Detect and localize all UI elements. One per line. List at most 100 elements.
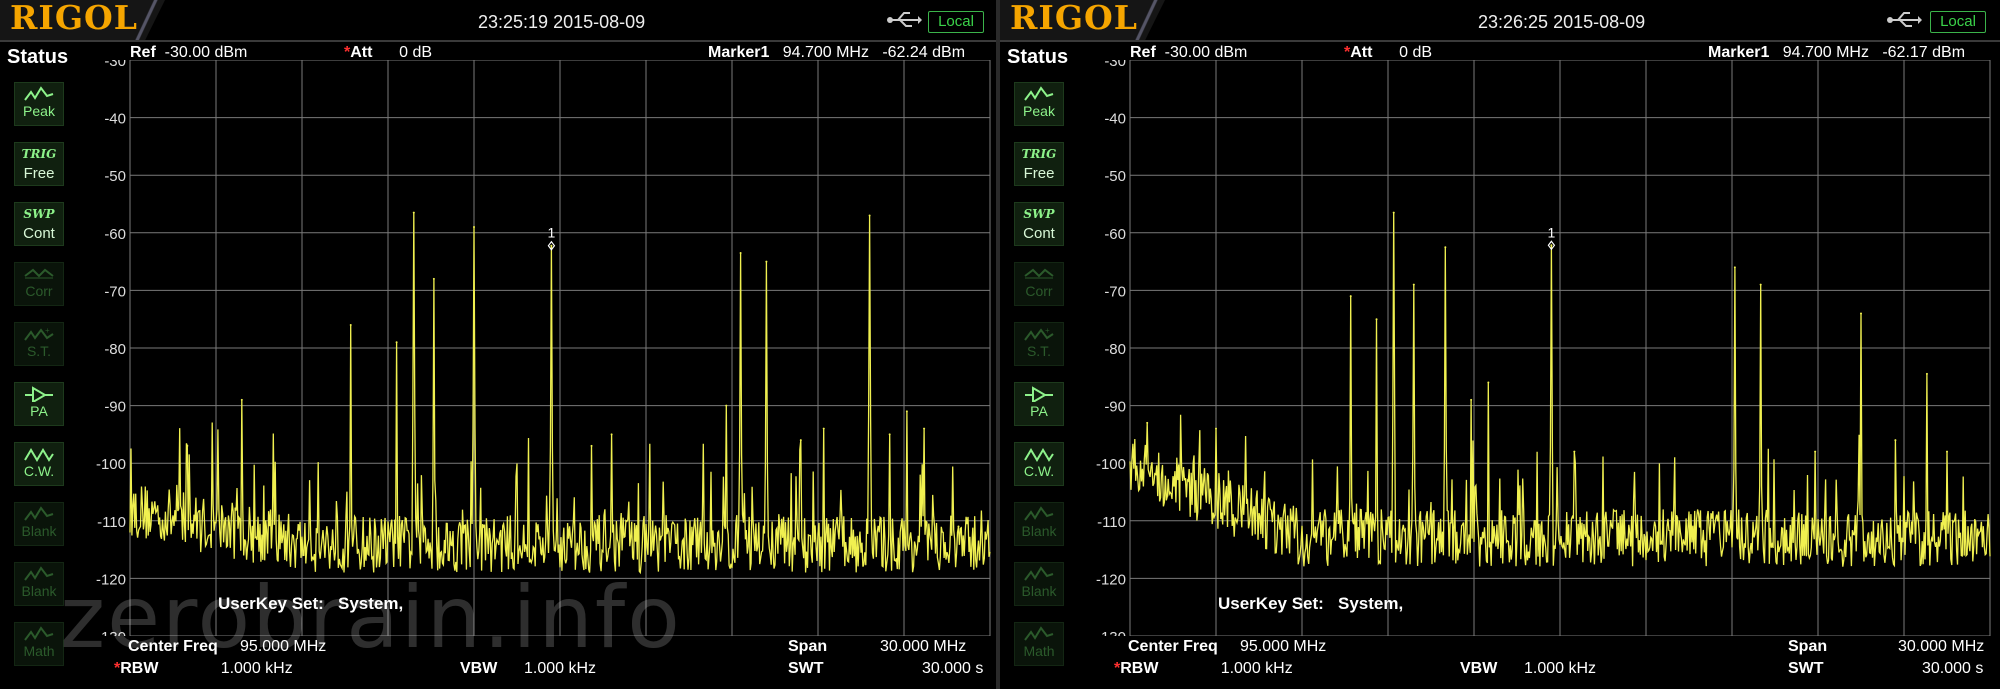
peak-point	[1946, 450, 1948, 453]
swt-readout[interactable]: SWT	[1788, 660, 1824, 678]
peak-point	[1894, 439, 1897, 442]
peak-point	[240, 398, 243, 401]
status-button-math[interactable]: Math	[1014, 622, 1064, 666]
status-button-pa[interactable]: PA	[1014, 382, 1064, 426]
status-button-blank[interactable]: Blank	[1014, 502, 1064, 546]
status-button-blank[interactable]: Blank	[1014, 562, 1064, 606]
status-button-st[interactable]: + S.T.	[14, 322, 64, 366]
corr-icon	[24, 268, 54, 279]
y-tick-label: -40	[1104, 111, 1126, 128]
math-icon	[1024, 626, 1054, 641]
peak-point	[1412, 283, 1415, 286]
peak-point	[905, 410, 908, 413]
peak-point	[725, 404, 728, 407]
peak-point	[1759, 283, 1762, 286]
status-button-pa[interactable]: PA	[14, 382, 64, 426]
span-readout[interactable]: Span	[1788, 638, 1827, 656]
status-button-blank[interactable]: Blank	[14, 502, 64, 546]
spectrum-chart[interactable]: -30-40-50-60-70-80-90-100-110-120-1301	[1072, 53, 1992, 646]
peak-point	[1733, 266, 1736, 269]
span-readout[interactable]: Span	[788, 638, 827, 656]
status-button-label: Math	[23, 643, 55, 659]
peak-point	[186, 444, 189, 447]
swt-readout[interactable]: SWT	[788, 660, 824, 678]
peak-point	[590, 444, 593, 447]
peak-point	[868, 214, 871, 217]
y-tick-label: -100	[96, 456, 126, 473]
peak-point	[1375, 318, 1378, 321]
status-button-peak[interactable]: Peak	[1014, 82, 1064, 126]
spectrum-plot[interactable]: -30-40-50-60-70-80-90-100-110-120-1301	[1072, 53, 1992, 646]
status-button-peak[interactable]: Peak	[14, 82, 64, 126]
logo-stripe	[1130, 0, 1170, 40]
cw-icon	[1024, 448, 1054, 462]
y-tick-label: -80	[104, 341, 126, 358]
y-tick-label: -40	[104, 111, 126, 128]
status-title: Status	[7, 46, 69, 68]
y-tick-label: -110	[1097, 514, 1126, 531]
local-badge[interactable]: Local	[928, 11, 984, 33]
status-button-label: Math	[1023, 643, 1055, 659]
peak-point	[1470, 398, 1473, 401]
y-tick-label: -50	[104, 168, 126, 185]
status-button-label: Cont	[23, 225, 55, 242]
spectrum-plot[interactable]: -30-40-50-60-70-80-90-100-110-120-1301	[72, 53, 992, 646]
status-button-label: C.W.	[1023, 463, 1055, 479]
status-button-cw[interactable]: C.W.	[1014, 442, 1064, 486]
status-button-caption: SWP	[23, 207, 55, 221]
blank-icon	[24, 506, 54, 521]
swt-value: 30.000 s	[1922, 660, 1984, 677]
vbw-readout[interactable]: VBW 1.000 kHz	[1460, 660, 1596, 678]
y-tick-label: -90	[1104, 399, 1126, 416]
status-button-st[interactable]: + S.T.	[1014, 322, 1064, 366]
pa-icon	[25, 386, 53, 402]
status-button-label: Blank	[1021, 523, 1057, 539]
y-tick-label: -70	[1104, 283, 1126, 300]
peak-point	[610, 433, 613, 436]
status-button-cont[interactable]: SWP Cont	[14, 202, 64, 246]
status-button-free[interactable]: TRIG Free	[14, 142, 64, 186]
peak-point	[550, 244, 553, 247]
status-button-label: Corr	[1025, 283, 1053, 299]
status-button-label: Peak	[23, 103, 55, 119]
status-button-caption: SWP	[1023, 207, 1055, 221]
peak-icon	[24, 86, 54, 101]
status-button-label: PA	[30, 403, 48, 419]
status-button-label: Cont	[1023, 225, 1055, 242]
status-button-label: Blank	[21, 583, 57, 599]
peak-point	[799, 439, 802, 442]
rbw-readout[interactable]: *RBW 1.000 kHz	[1114, 660, 1293, 678]
status-button-cont[interactable]: SWP Cont	[1014, 202, 1064, 246]
status-button-label: S.T.	[1026, 343, 1052, 359]
datetime: 23:26:25 2015-08-09	[1478, 12, 1646, 32]
status-button-label: Free	[23, 165, 55, 182]
status-button-blank[interactable]: Blank	[14, 562, 64, 606]
center-freq-readout[interactable]: Center Freq 95.000 MHz	[1128, 638, 1326, 656]
status-button-cw[interactable]: C.W.	[14, 442, 64, 486]
status-button-label: C.W.	[23, 463, 55, 479]
peak-icon	[1024, 86, 1054, 101]
status-button-label: Free	[1023, 165, 1055, 182]
peak-point	[1392, 211, 1395, 214]
spectrum-chart[interactable]: -30-40-50-60-70-80-90-100-110-120-1301	[72, 53, 992, 646]
status-button-corr[interactable]: Corr	[14, 262, 64, 306]
math-icon	[24, 626, 54, 641]
blank-icon	[1024, 566, 1054, 581]
status-button-corr[interactable]: Corr	[1014, 262, 1064, 306]
local-badge[interactable]: Local	[1930, 11, 1986, 33]
peak-point	[1573, 450, 1576, 453]
peak-point	[349, 323, 352, 326]
status-button-free[interactable]: TRIG Free	[1014, 142, 1064, 186]
span-value: 30.000 MHz	[1898, 638, 1985, 655]
status-button-caption: TRIG	[21, 147, 57, 161]
peak-point	[1487, 381, 1490, 384]
peak-point	[412, 211, 415, 214]
peak-point	[395, 341, 398, 344]
datetime: 23:25:19 2015-08-09	[478, 12, 646, 32]
svg-text:+: +	[1045, 326, 1050, 335]
status-button-math[interactable]: Math	[14, 622, 64, 666]
y-tick-label: -100	[1096, 456, 1126, 473]
y-tick-label: -60	[104, 226, 126, 243]
y-tick-label: -60	[1104, 226, 1126, 243]
peak-point	[1215, 427, 1217, 430]
